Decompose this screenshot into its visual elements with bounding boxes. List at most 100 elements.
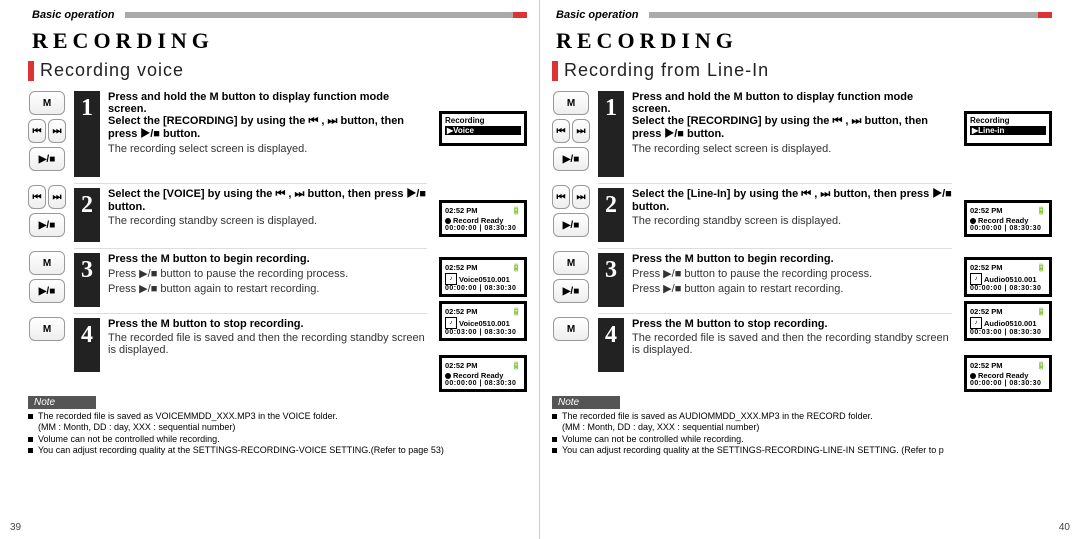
rewind-button-icon: ⏮ [28,119,46,143]
step-number: 2 [74,188,100,242]
step-instruction: Press and hold the M button to display f… [108,91,404,140]
note-heading: Note [28,396,96,409]
section-subtitle: Recording voice [40,60,184,81]
step-instruction: Press and hold the M button to display f… [632,91,928,140]
page-left: Basic operation RECORDING Recording voic… [0,0,540,539]
step-1: 1 Press and hold the M button to display… [74,91,427,177]
step-4: 4 Press the M button to stop recording. … [74,318,427,372]
step-result: The recording standby screen is displaye… [632,215,952,227]
note-item: You can adjust recording quality at the … [28,445,527,456]
record-dot-icon [970,373,976,379]
m-button-icon: M [553,317,589,341]
subtitle-row: Recording from Line-In [552,60,1052,81]
lcd-filename: Voice0510.001 [459,319,510,328]
lcd-timer: 00:00:00 | 08:30:30 [970,380,1046,387]
file-icon: ♪ [445,273,457,285]
lcd-status: Record Ready [978,216,1028,225]
lcd-menu-screen: Recording ▶Line-in [964,111,1052,146]
lcd-selected-item: ▶Line-in [970,126,1046,135]
page-right: Basic operation RECORDING Recording from… [540,0,1080,539]
m-button-icon: M [29,251,65,275]
lcd-selected-item: ▶Voice [445,126,521,135]
step-number: 3 [74,253,100,307]
section-subtitle: Recording from Line-In [564,60,769,81]
step-number: 3 [598,253,624,307]
lcd-clock: 02:52 PM [970,361,1035,370]
lcd-recording: 02:52 PM🔋 ♪Audio0510.001 00:03:00 | 08:3… [964,301,1052,341]
lcd-record-ready: 02:52 PM🔋 Record Ready 00:00:00 | 08:30:… [439,200,527,237]
step-result: The recorded file is saved and then the … [632,332,952,356]
playstop-button-icon: ▶/■ [29,213,65,237]
lcd-recording: 02:52 PM🔋 ♪Voice0510.001 00:00:00 | 08:3… [439,257,527,297]
step-instruction: Press the M button to begin recording. [108,253,310,265]
record-dot-icon [445,218,451,224]
record-dot-icon [445,373,451,379]
manual-spread: Basic operation RECORDING Recording voic… [0,0,1080,539]
lcd-clock: 02:52 PM [970,263,1035,272]
step-result: The recording select screen is displayed… [108,143,427,155]
m-button-icon: M [553,251,589,275]
lcd-clock: 02:52 PM [445,307,510,316]
note-item: Volume can not be controlled while recor… [28,434,527,445]
step-2: 2 Select the [Line-In] by using the ⏮ , … [598,188,952,242]
lcd-filename: Voice0510.001 [459,275,510,284]
lcd-timer: 00:00:00 | 08:30:30 [970,285,1046,292]
step-instruction: Press the M button to stop recording. [108,318,304,330]
step-instruction: Press the M button to begin recording. [632,253,834,265]
lcd-header: Recording [970,116,1046,125]
lcd-record-ready: 02:52 PM🔋 Record Ready 00:00:00 | 08:30:… [964,200,1052,237]
step-1: 1 Press and hold the M button to display… [598,91,952,177]
page-header: Basic operation [28,4,527,26]
step-column: 1 Press and hold the M button to display… [74,91,427,392]
step-3: 3 Press the M button to begin recording.… [598,253,952,307]
page-body: M ⏮ ⏭ ▶/■ ⏮ ⏭ ▶/■ M ▶/■ M [552,91,1052,392]
playstop-button-icon: ▶/■ [553,279,589,303]
file-icon: ♪ [970,317,982,329]
lcd-timer: 00:03:00 | 08:30:30 [970,329,1046,336]
lcd-clock: 02:52 PM [445,263,510,272]
forward-button-icon: ⏭ [48,185,66,209]
note-item: Volume can not be controlled while recor… [552,434,1052,445]
step-number: 4 [74,318,100,372]
note-item: The recorded file is saved as AUDIOMMDD_… [552,411,1052,434]
step-instruction: Press the M button to stop recording. [632,318,828,330]
header-label: Basic operation [556,9,639,21]
subtitle-row: Recording voice [28,60,527,81]
lcd-menu-screen: Recording ▶Voice [439,111,527,146]
lcd-status: Record Ready [453,216,503,225]
lcd-column: Recording ▶Line-in 02:52 PM🔋 Record Read… [960,91,1052,392]
lcd-column: Recording ▶Voice 02:52 PM🔋 Record Ready … [435,91,527,392]
forward-button-icon: ⏭ [572,119,590,143]
step-column: 1 Press and hold the M button to display… [598,91,952,392]
file-icon: ♪ [970,273,982,285]
m-button-icon: M [29,317,65,341]
section-title: RECORDING [556,28,1052,54]
playstop-button-icon: ▶/■ [553,147,589,171]
step-result: The recording standby screen is displaye… [108,215,427,227]
step-3: 3 Press the M button to begin recording.… [74,253,427,307]
step-instruction: Select the [Line-In] by using the ⏮ , ⏭ … [632,188,952,213]
lcd-record-ready: 02:52 PM🔋 Record Ready 00:00:00 | 08:30:… [439,355,527,392]
forward-button-icon: ⏭ [48,119,66,143]
step-result: The recording select screen is displayed… [632,143,952,155]
playstop-button-icon: ▶/■ [553,213,589,237]
step-number: 1 [74,91,100,177]
button-illustration-column: M ⏮ ⏭ ▶/■ ⏮ ⏭ ▶/■ M ▶/■ M [28,91,66,392]
lcd-header: Recording [445,116,521,125]
step-result: The recorded file is saved and then the … [108,332,427,356]
playstop-button-icon: ▶/■ [29,279,65,303]
lcd-status: Record Ready [453,371,503,380]
page-number: 40 [1059,522,1070,533]
step-number: 4 [598,318,624,372]
forward-button-icon: ⏭ [572,185,590,209]
lcd-timer: 00:00:00 | 08:30:30 [445,225,521,232]
note-heading: Note [552,396,620,409]
button-illustration-column: M ⏮ ⏭ ▶/■ ⏮ ⏭ ▶/■ M ▶/■ M [552,91,590,392]
header-rule [649,12,1052,18]
header-label: Basic operation [32,9,115,21]
lcd-record-ready: 02:52 PM🔋 Record Ready 00:00:00 | 08:30:… [964,355,1052,392]
step-2: 2 Select the [VOICE] by using the ⏮ , ⏭ … [74,188,427,242]
playstop-button-icon: ▶/■ [29,147,65,171]
note-block: Note The recorded file is saved as AUDIO… [552,396,1052,456]
lcd-timer: 00:00:00 | 08:30:30 [970,225,1046,232]
